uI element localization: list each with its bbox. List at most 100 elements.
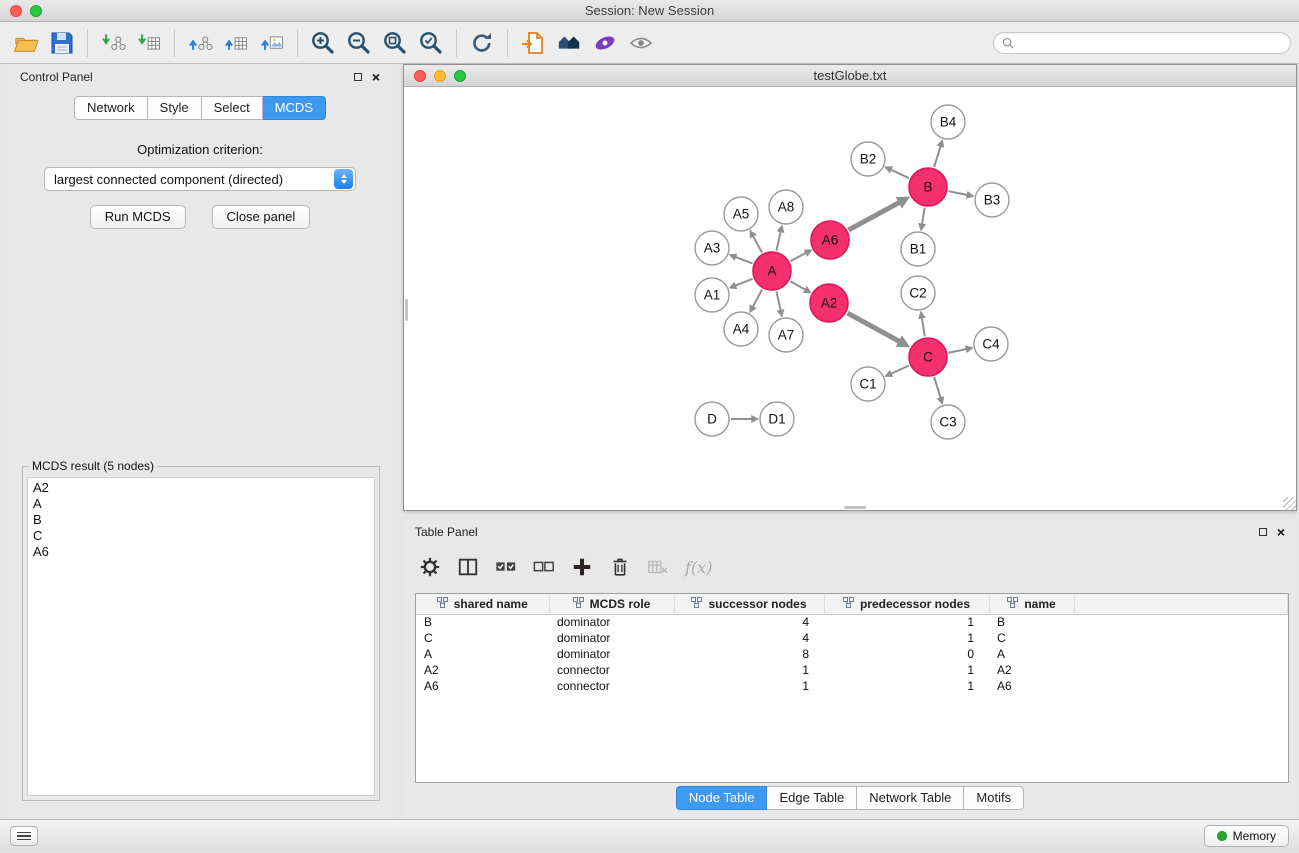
- tab-motifs[interactable]: Motifs: [964, 786, 1024, 810]
- add-column-icon[interactable]: [571, 556, 593, 578]
- edge-B-B2[interactable]: [891, 170, 909, 179]
- import-network-button[interactable]: [95, 26, 131, 60]
- edge-A-A6[interactable]: [791, 253, 807, 261]
- tab-mcds[interactable]: MCDS: [263, 96, 326, 120]
- minimize-network-window-button[interactable]: [434, 70, 446, 82]
- edge-A-A3[interactable]: [735, 257, 752, 264]
- result-item[interactable]: A2: [33, 480, 369, 496]
- node-A5[interactable]: A5: [724, 197, 758, 231]
- table-row[interactable]: Cdominator41C: [416, 630, 1288, 646]
- node-A7[interactable]: A7: [769, 318, 803, 352]
- search-input[interactable]: [1019, 36, 1282, 50]
- table-row[interactable]: Bdominator41B: [416, 614, 1288, 630]
- result-item[interactable]: A: [33, 496, 369, 512]
- column-header-shared-name[interactable]: shared name: [416, 594, 549, 614]
- zoom-out-button[interactable]: [341, 26, 377, 60]
- edge-C-C4[interactable]: [949, 349, 967, 353]
- refresh-view-button[interactable]: [464, 26, 500, 60]
- show-columns-icon[interactable]: [457, 556, 479, 578]
- toggle-visibility-button[interactable]: [623, 26, 659, 60]
- horizontal-scrollbar-thumb[interactable]: [844, 506, 866, 509]
- resize-grip[interactable]: [1283, 497, 1296, 510]
- select-all-icon[interactable]: [495, 556, 517, 578]
- style-paint-button[interactable]: [587, 26, 623, 60]
- node-B[interactable]: B: [909, 168, 947, 206]
- tab-network[interactable]: Network: [74, 96, 148, 120]
- close-panel-button[interactable]: Close panel: [212, 205, 311, 229]
- node-D[interactable]: D: [695, 402, 729, 436]
- zoom-in-button[interactable]: [305, 26, 341, 60]
- open-session-button[interactable]: [8, 26, 44, 60]
- save-session-button[interactable]: [44, 26, 80, 60]
- mcds-result-list[interactable]: A2ABCA6: [27, 477, 375, 796]
- gear-icon[interactable]: [419, 556, 441, 578]
- column-header-predecessor-nodes[interactable]: predecessor nodes: [824, 594, 989, 614]
- import-table-button[interactable]: [131, 26, 167, 60]
- tab-node-table[interactable]: Node Table: [676, 786, 768, 810]
- node-C3[interactable]: C3: [931, 405, 965, 439]
- result-item[interactable]: A6: [33, 544, 369, 560]
- edge-C-C1[interactable]: [891, 366, 909, 374]
- edge-B-B3[interactable]: [949, 191, 968, 195]
- node-A8[interactable]: A8: [769, 190, 803, 224]
- memory-button[interactable]: Memory: [1204, 825, 1289, 847]
- node-A[interactable]: A: [753, 252, 791, 290]
- edge-C-C3[interactable]: [934, 377, 940, 398]
- function-builder-icon[interactable]: f(x): [685, 558, 712, 577]
- node-A3[interactable]: A3: [695, 231, 729, 265]
- delete-column-icon[interactable]: [609, 556, 631, 578]
- result-item[interactable]: C: [33, 528, 369, 544]
- node-C2[interactable]: C2: [901, 276, 935, 310]
- edge-A-A1[interactable]: [735, 279, 752, 286]
- node-A6[interactable]: A6: [811, 221, 849, 259]
- edge-A-A4[interactable]: [753, 290, 762, 307]
- node-A1[interactable]: A1: [695, 278, 729, 312]
- vertical-scrollbar-thumb[interactable]: [405, 299, 408, 321]
- node-B3[interactable]: B3: [975, 183, 1009, 217]
- zoom-window-button[interactable]: [30, 5, 42, 17]
- result-item[interactable]: B: [33, 512, 369, 528]
- edge-A2-C[interactable]: [847, 313, 899, 342]
- export-table-button[interactable]: [218, 26, 254, 60]
- node-B4[interactable]: B4: [931, 105, 965, 139]
- tab-network-table[interactable]: Network Table: [857, 786, 964, 810]
- close-panel-icon[interactable]: ×: [372, 72, 380, 82]
- edge-A-A2[interactable]: [790, 281, 805, 290]
- node-B1[interactable]: B1: [901, 232, 935, 266]
- network-canvas[interactable]: B4B2BB3A8A5A6B1A3AC2A1A2A4A7C4CC1C3DD1: [404, 87, 1296, 510]
- zoom-selected-button[interactable]: [413, 26, 449, 60]
- node-B2[interactable]: B2: [851, 142, 885, 176]
- edge-A-A7[interactable]: [776, 292, 780, 311]
- edge-B-B1[interactable]: [922, 208, 925, 225]
- edge-A6-B[interactable]: [848, 202, 899, 230]
- node-C1[interactable]: C1: [851, 367, 885, 401]
- tab-select[interactable]: Select: [202, 96, 263, 120]
- edge-C-C2[interactable]: [922, 318, 925, 337]
- column-header-successor-nodes[interactable]: successor nodes: [674, 594, 824, 614]
- edge-A-A5[interactable]: [753, 236, 762, 253]
- node-D1[interactable]: D1: [760, 402, 794, 436]
- edge-B-B4[interactable]: [934, 146, 940, 167]
- float-table-panel-icon[interactable]: [1259, 528, 1267, 536]
- table-row[interactable]: A6connector11A6: [416, 678, 1288, 694]
- run-mcds-button[interactable]: Run MCDS: [90, 205, 186, 229]
- node-A2[interactable]: A2: [810, 284, 848, 322]
- edge-A-A8[interactable]: [776, 231, 780, 250]
- tab-edge-table[interactable]: Edge Table: [767, 786, 857, 810]
- node-A4[interactable]: A4: [724, 312, 758, 346]
- close-network-window-button[interactable]: [414, 70, 426, 82]
- task-history-button[interactable]: [10, 826, 38, 846]
- zoom-network-window-button[interactable]: [454, 70, 466, 82]
- close-window-button[interactable]: [10, 5, 22, 17]
- close-table-panel-icon[interactable]: ×: [1277, 527, 1285, 537]
- tab-style[interactable]: Style: [148, 96, 202, 120]
- table-row[interactable]: A2connector11A2: [416, 662, 1288, 678]
- table-row[interactable]: Adominator80A: [416, 646, 1288, 662]
- float-panel-icon[interactable]: [354, 73, 362, 81]
- criterion-dropdown[interactable]: largest connected component (directed): [44, 167, 356, 191]
- home-button[interactable]: [551, 26, 587, 60]
- zoom-fit-button[interactable]: [377, 26, 413, 60]
- node-C[interactable]: C: [909, 338, 947, 376]
- column-header-name[interactable]: name: [989, 594, 1074, 614]
- export-image-button[interactable]: [254, 26, 290, 60]
